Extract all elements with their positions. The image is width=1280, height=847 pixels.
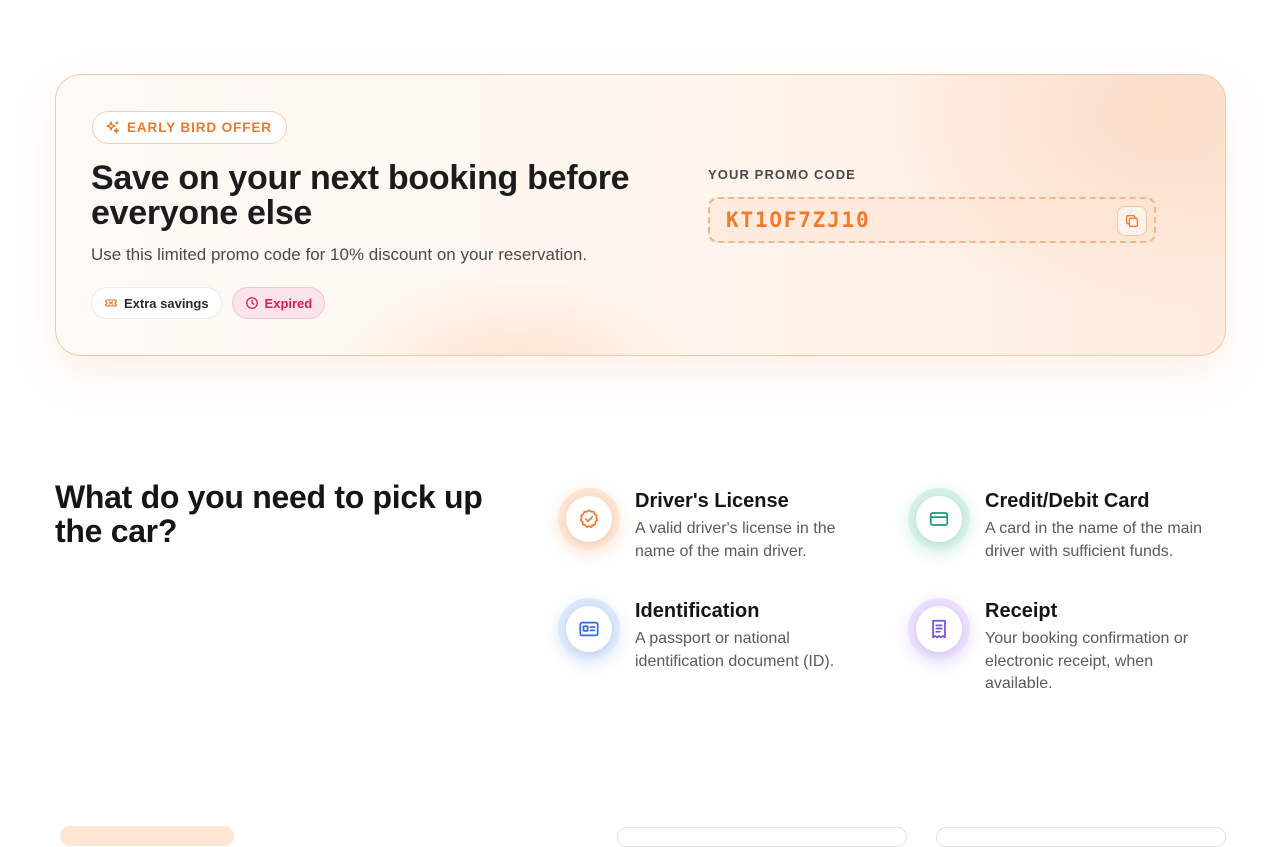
copy-icon — [1126, 215, 1138, 227]
receipt-icon-wrap — [908, 598, 970, 660]
identification-title: Identification — [635, 600, 760, 622]
promo-title: Save on your next booking before everyon… — [91, 159, 630, 232]
badge-check-icon — [579, 509, 599, 529]
drivers-license-title: Driver's License — [635, 490, 789, 512]
promo-code-box: KT1OF7ZJ10 — [708, 197, 1156, 243]
credit-card-title: Credit/Debit Card — [985, 490, 1150, 512]
identification-icon-wrap — [558, 598, 620, 660]
extra-savings-chip: Extra savings — [91, 287, 222, 319]
requirements-heading: What do you need to pick up the car? — [55, 479, 483, 549]
expired-label: Expired — [264, 295, 313, 311]
receipt-description: Your booking confirmation or electronic … — [985, 630, 1189, 692]
promo-code-label: YOUR PROMO CODE — [708, 167, 856, 182]
credit-card-description: A card in the name of the main driver wi… — [985, 520, 1203, 560]
promo-code-value[interactable]: KT1OF7ZJ10 — [726, 208, 870, 232]
credit-card-icon — [929, 512, 949, 526]
promo-card: EARLY BIRD OFFER Save on your next booki… — [55, 74, 1226, 356]
drivers-license-icon-wrap — [558, 488, 620, 550]
expired-chip: Expired — [231, 287, 326, 319]
drivers-license-description: A valid driver's license in the name of … — [635, 520, 836, 560]
credit-card-icon-wrap — [908, 488, 970, 550]
next-section-card — [936, 827, 1226, 847]
next-section-card — [617, 827, 907, 847]
next-section-badge — [60, 826, 234, 846]
early-bird-badge: EARLY BIRD OFFER — [92, 111, 287, 144]
receipt-icon — [932, 619, 946, 639]
promo-subtitle: Use this limited promo code for 10% disc… — [91, 245, 588, 264]
early-bird-label: EARLY BIRD OFFER — [127, 120, 272, 135]
sparkles-icon — [106, 120, 119, 133]
receipt-title: Receipt — [985, 600, 1058, 622]
extra-savings-label: Extra savings — [124, 295, 209, 311]
clock-icon — [245, 297, 258, 309]
identification-description: A passport or national identification do… — [635, 630, 835, 670]
ticket-icon — [105, 299, 117, 307]
copy-code-button[interactable] — [1117, 206, 1147, 236]
id-card-icon — [579, 621, 599, 637]
promo-chips: Extra savings Expired — [91, 287, 326, 319]
